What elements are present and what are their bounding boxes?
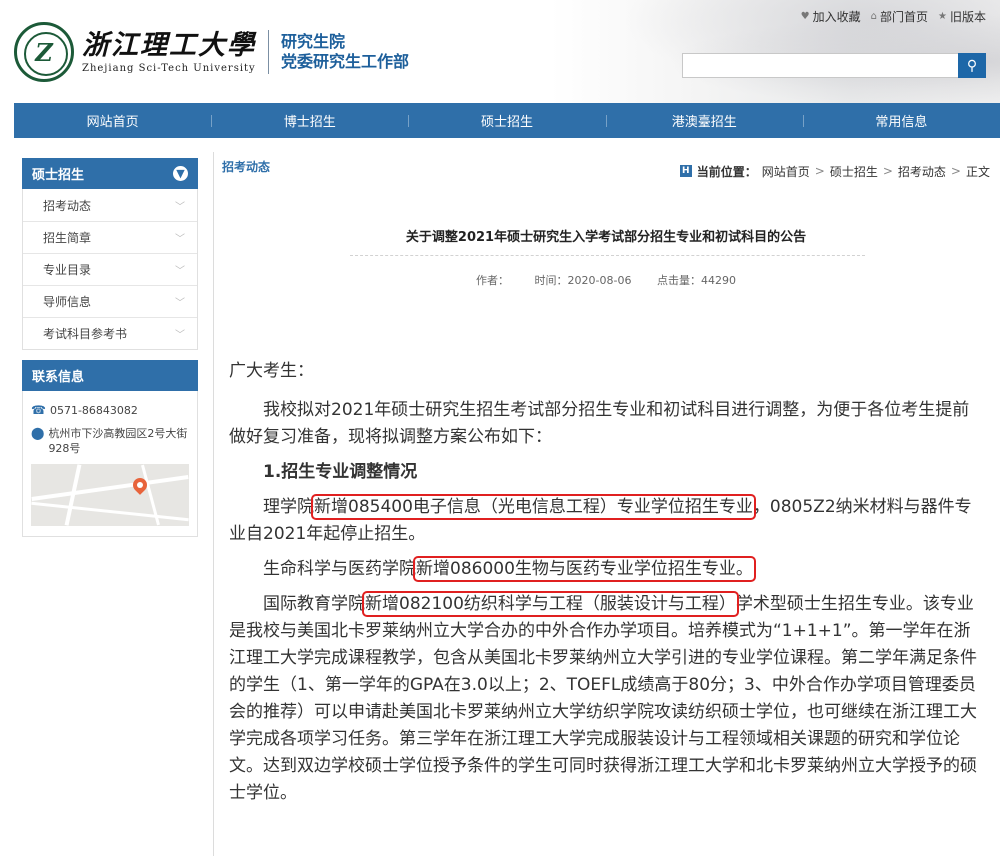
breadcrumb-master[interactable]: 硕士招生 bbox=[830, 163, 878, 180]
nav-item-phd[interactable]: 博士招生 bbox=[211, 103, 408, 138]
location-pin-icon: ⬤ bbox=[31, 426, 44, 441]
publish-time: 时间：2020-08-06 bbox=[535, 274, 632, 287]
add-favorite-link[interactable]: ♥加入收藏 bbox=[801, 8, 861, 25]
site-header: ♥加入收藏 ⌂部门首页 ★旧版本 Z 浙江理工大學 Zhejiang Sci-T… bbox=[0, 0, 1000, 103]
main-header: 招考动态 H 当前位置： 网站首页 > 硕士招生 > 招考动态 > 正文 bbox=[222, 158, 990, 184]
paragraph-intl-education: 国际教育学院新增082100纺织科学与工程（服装设计与工程）学术型硕士生招生专业… bbox=[229, 591, 984, 807]
highlight-box: 新增082100纺织科学与工程（服装设计与工程） bbox=[365, 594, 736, 614]
chevron-down-icon: ▼ bbox=[173, 166, 188, 181]
section-title: 招考动态 bbox=[222, 158, 270, 184]
article-title: 关于调整2021年硕士研究生入学考试部分招生专业和初试科目的公告 bbox=[222, 226, 990, 245]
highlight-box: 新增086000生物与医药专业学位招生专业。 bbox=[416, 559, 753, 579]
old-version-link[interactable]: ★旧版本 bbox=[938, 8, 986, 25]
contact-panel: ☎ 0571-86843082 ⬤ 杭州市下沙高教园区2号大街928号 bbox=[22, 391, 198, 537]
title-divider bbox=[350, 255, 865, 256]
search-box: ⚲ bbox=[682, 53, 986, 78]
chevron-right-icon: > bbox=[951, 164, 961, 178]
sidebar-item-news[interactable]: 招考动态﹀ bbox=[23, 189, 197, 221]
chevron-right-icon: > bbox=[815, 164, 825, 178]
search-input[interactable] bbox=[682, 53, 958, 78]
contact-phone: ☎ 0571-86843082 bbox=[31, 403, 189, 418]
main-nav: 网站首页 博士招生 硕士招生 港澳臺招生 常用信息 bbox=[14, 103, 1000, 138]
contact-address: ⬤ 杭州市下沙高教园区2号大街928号 bbox=[31, 426, 189, 456]
column-divider bbox=[213, 152, 214, 856]
hit-count: 点击量：44290 bbox=[657, 274, 736, 287]
breadcrumb-current: 正文 bbox=[966, 163, 990, 180]
phone-icon: ☎ bbox=[31, 403, 46, 418]
highlight-box: 新增085400电子信息（光电信息工程）专业学位招生专业 bbox=[314, 497, 753, 517]
breadcrumb-home[interactable]: 网站首页 bbox=[762, 163, 810, 180]
chevron-right-icon: > bbox=[883, 164, 893, 178]
chevron-down-icon: ﹀ bbox=[175, 230, 185, 245]
star-icon: ★ bbox=[938, 11, 947, 22]
sidebar-item-books[interactable]: 考试科目参考书﹀ bbox=[23, 317, 197, 349]
nav-item-home[interactable]: 网站首页 bbox=[14, 103, 211, 138]
nav-item-hmt[interactable]: 港澳臺招生 bbox=[606, 103, 803, 138]
top-links: ♥加入收藏 ⌂部门首页 ★旧版本 bbox=[801, 8, 986, 25]
contact-title: 联系信息 bbox=[22, 360, 198, 391]
university-seal-icon: Z bbox=[14, 22, 74, 82]
dept-name: 研究生院 党委研究生工作部 bbox=[281, 32, 409, 72]
chevron-down-icon: ﹀ bbox=[175, 198, 185, 213]
article-body: 广大考生： 我校拟对2021年硕士研究生招生考试部分招生专业和初试科目进行调整，… bbox=[229, 358, 984, 815]
breadcrumb: H 当前位置： 网站首页 > 硕士招生 > 招考动态 > 正文 bbox=[680, 158, 990, 184]
intro-paragraph: 我校拟对2021年硕士研究生招生考试部分招生专业和初试科目进行调整，为便于各位考… bbox=[229, 397, 984, 451]
search-button[interactable]: ⚲ bbox=[958, 53, 986, 78]
home-icon: ⌂ bbox=[871, 11, 877, 22]
nav-item-info[interactable]: 常用信息 bbox=[803, 103, 1000, 138]
sidebar-menu: 招考动态﹀ 招生简章﹀ 专业目录﹀ 导师信息﹀ 考试科目参考书﹀ bbox=[22, 189, 198, 350]
sidebar: 硕士招生 ▼ 招考动态﹀ 招生简章﹀ 专业目录﹀ 导师信息﹀ 考试科目参考书﹀ … bbox=[22, 158, 198, 537]
logo-divider bbox=[268, 30, 269, 74]
breadcrumb-news[interactable]: 招考动态 bbox=[898, 163, 946, 180]
location-map[interactable] bbox=[31, 464, 189, 526]
author-label: 作者： bbox=[476, 274, 509, 287]
search-icon: ⚲ bbox=[967, 58, 977, 74]
sidebar-title[interactable]: 硕士招生 ▼ bbox=[22, 158, 198, 189]
paragraph-science: 理学院新增085400电子信息（光电信息工程）专业学位招生专业，0805Z2纳米… bbox=[229, 494, 984, 548]
greeting: 广大考生： bbox=[229, 358, 984, 385]
heart-icon: ♥ bbox=[801, 11, 810, 22]
chevron-down-icon: ﹀ bbox=[175, 262, 185, 277]
article-meta: 作者： 时间：2020-08-06 点击量：44290 bbox=[222, 272, 990, 288]
home-icon: H bbox=[680, 165, 692, 177]
site-logo[interactable]: Z 浙江理工大學 Zhejiang Sci-Tech University 研究… bbox=[14, 22, 409, 82]
chevron-down-icon: ﹀ bbox=[175, 294, 185, 309]
school-name-cn: 浙江理工大學 bbox=[82, 31, 256, 61]
section-heading: 1.招生专业调整情况 bbox=[263, 459, 984, 486]
chevron-down-icon: ﹀ bbox=[175, 326, 185, 341]
sidebar-item-catalog[interactable]: 专业目录﹀ bbox=[23, 253, 197, 285]
nav-item-master[interactable]: 硕士招生 bbox=[408, 103, 605, 138]
paragraph-life-science: 生命科学与医药学院新增086000生物与医药专业学位招生专业。 bbox=[229, 556, 984, 583]
sidebar-item-brochure[interactable]: 招生简章﹀ bbox=[23, 221, 197, 253]
dept-home-link[interactable]: ⌂部门首页 bbox=[871, 8, 928, 25]
sidebar-item-tutors[interactable]: 导师信息﹀ bbox=[23, 285, 197, 317]
school-name-en: Zhejiang Sci-Tech University bbox=[82, 63, 256, 74]
